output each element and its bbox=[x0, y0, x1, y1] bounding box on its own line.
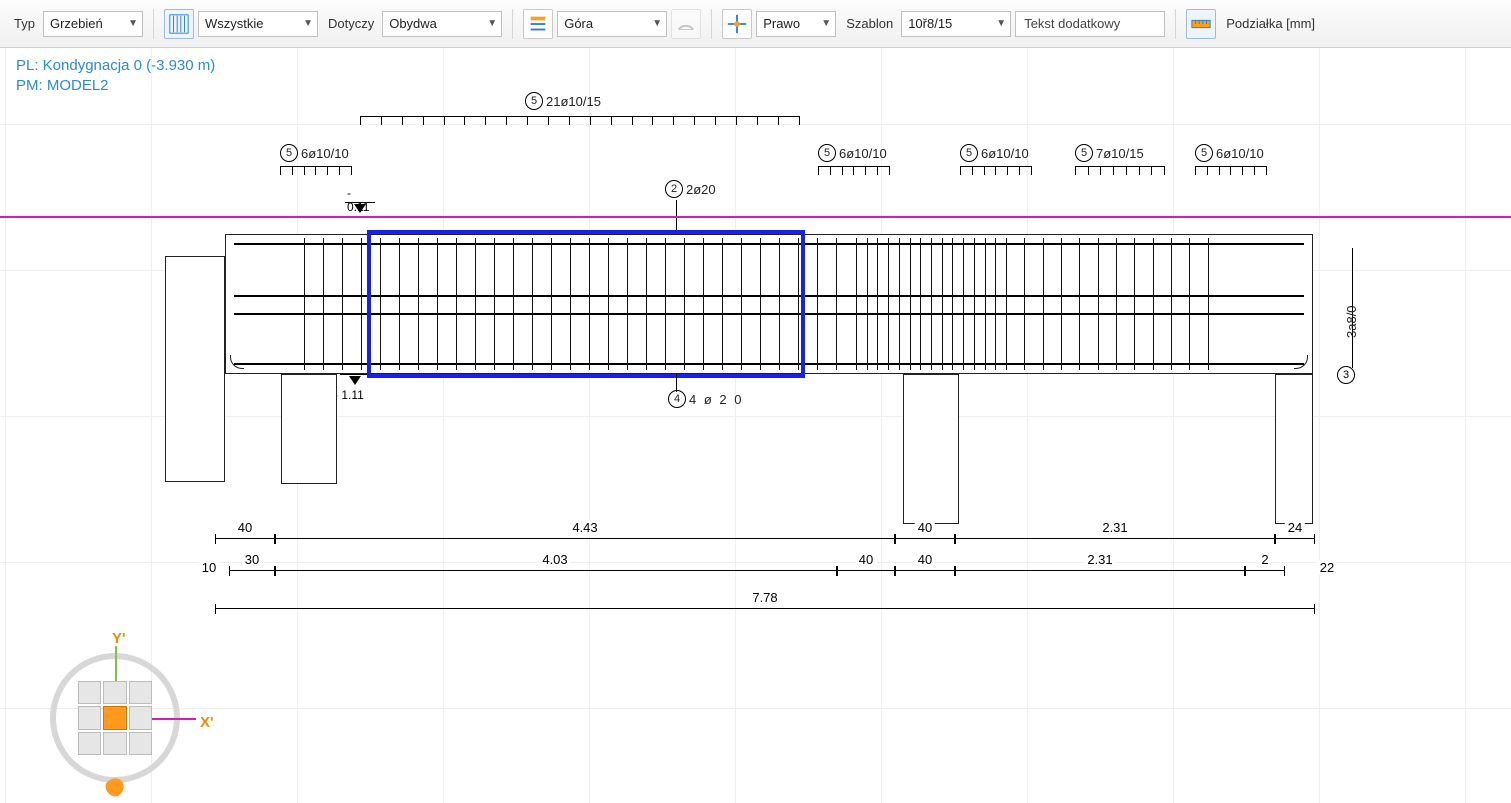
rebar-label-bottom: 4 4 ø 2 0 bbox=[668, 390, 743, 408]
align-top-icon bbox=[527, 13, 549, 35]
rebar-label-g2: 56ø10/10 bbox=[818, 144, 887, 162]
view-info-plane: PL: Kondygnacja 0 (-3.930 m) bbox=[16, 56, 215, 76]
dropdown-display[interactable]: Wszystkie ▼ bbox=[198, 11, 318, 37]
ruler-g3 bbox=[960, 166, 1032, 176]
ruler-icon bbox=[1190, 13, 1212, 35]
side-dim: 3a8/0 3 bbox=[1340, 248, 1364, 368]
stirrups-zone-1 bbox=[234, 238, 304, 370]
axis-x-line bbox=[148, 718, 196, 720]
side-icon-button[interactable] bbox=[722, 9, 752, 39]
ruler-g2 bbox=[818, 166, 890, 176]
separator bbox=[153, 9, 154, 39]
axis-y-line bbox=[115, 646, 117, 682]
chevron-down-icon: ▼ bbox=[128, 18, 138, 29]
arc-icon-button[interactable] bbox=[671, 9, 701, 39]
arc-icon bbox=[675, 13, 697, 35]
rebar-label-g3: 56ø10/10 bbox=[960, 144, 1029, 162]
label-szablon: Szablon bbox=[846, 16, 893, 31]
dropdown-szablon[interactable]: 10ř8/15 ▼ bbox=[901, 11, 1011, 37]
beam-section bbox=[165, 234, 1325, 534]
rebar-label-g5: 56ø10/10 bbox=[1195, 144, 1264, 162]
ruler-g1 bbox=[280, 166, 352, 176]
rebar-label-top: 5 21ø10/15 bbox=[525, 92, 601, 110]
label-dotyczy: Dotyczy bbox=[328, 16, 374, 31]
chevron-down-icon: ▼ bbox=[996, 18, 1006, 29]
axis-x-label: X' bbox=[200, 714, 214, 731]
view-cube[interactable]: Y' X' bbox=[40, 638, 220, 788]
selection-rectangle[interactable] bbox=[367, 230, 805, 378]
dropdown-position[interactable]: Góra ▼ bbox=[557, 11, 667, 37]
scale-icon-button[interactable] bbox=[1186, 9, 1216, 39]
view-cube-grid[interactable] bbox=[78, 681, 152, 755]
dropdown-dotyczy[interactable]: Obydwa ▼ bbox=[382, 11, 502, 37]
stirrups-zone-5 bbox=[1226, 238, 1306, 370]
rebar-label-g4: 57ø10/15 bbox=[1075, 144, 1144, 162]
column-3 bbox=[1275, 374, 1313, 524]
level-top: - 0.11 bbox=[345, 202, 375, 214]
view-info: PL: Kondygnacja 0 (-3.930 m) PM: MODEL2 bbox=[16, 56, 215, 97]
column-2 bbox=[903, 374, 959, 524]
ruler-g5 bbox=[1195, 166, 1267, 176]
axis-y-label: Y' bbox=[112, 630, 126, 647]
stirrups-zone-4 bbox=[1006, 238, 1226, 370]
display-mode-icon-button[interactable] bbox=[164, 9, 194, 39]
column-1 bbox=[281, 374, 337, 484]
section-line bbox=[0, 216, 1511, 218]
rebar-mark-circle: 5 bbox=[525, 92, 543, 110]
view-cube-face-front[interactable] bbox=[103, 706, 126, 729]
rebar-label-mid: 22ø20 bbox=[665, 180, 716, 198]
separator bbox=[711, 9, 712, 39]
view-info-model: PM: MODEL2 bbox=[16, 76, 215, 96]
ruler-g4 bbox=[1075, 166, 1165, 176]
separator bbox=[512, 9, 513, 39]
position-icon-button[interactable] bbox=[523, 9, 553, 39]
toolbar: Typ Grzebień ▼ Wszystkie ▼ Dotyczy Obydw… bbox=[0, 0, 1511, 48]
drawing-canvas[interactable]: PL: Kondygnacja 0 (-3.930 m) PM: MODEL2 … bbox=[0, 48, 1511, 803]
ruler-ticks bbox=[360, 117, 800, 125]
ruler-top bbox=[360, 116, 800, 126]
label-typ: Typ bbox=[14, 16, 35, 31]
dropdown-side[interactable]: Prawo ▼ bbox=[756, 11, 836, 37]
stirrups-zone-3 bbox=[856, 238, 1006, 370]
bars-vertical-icon bbox=[168, 13, 190, 35]
dropdown-typ[interactable]: Grzebień ▼ bbox=[43, 11, 143, 37]
separator bbox=[1175, 9, 1176, 39]
drawing-overlay: PL: Kondygnacja 0 (-3.930 m) PM: MODEL2 … bbox=[0, 48, 1511, 803]
rebar-side-circle: 3 bbox=[1337, 366, 1355, 384]
label-scale: Podziałka [mm] bbox=[1226, 16, 1315, 31]
extra-text-input[interactable]: Tekst dodatkowy bbox=[1015, 11, 1165, 37]
rebar-label-g1: 56ø10/10 bbox=[280, 144, 349, 162]
chevron-down-icon: ▼ bbox=[303, 18, 313, 29]
chevron-down-icon: ▼ bbox=[821, 18, 831, 29]
support-left bbox=[165, 256, 225, 482]
align-center-cross-icon bbox=[726, 13, 748, 35]
chevron-down-icon: ▼ bbox=[652, 18, 662, 29]
chevron-down-icon: ▼ bbox=[487, 18, 497, 29]
